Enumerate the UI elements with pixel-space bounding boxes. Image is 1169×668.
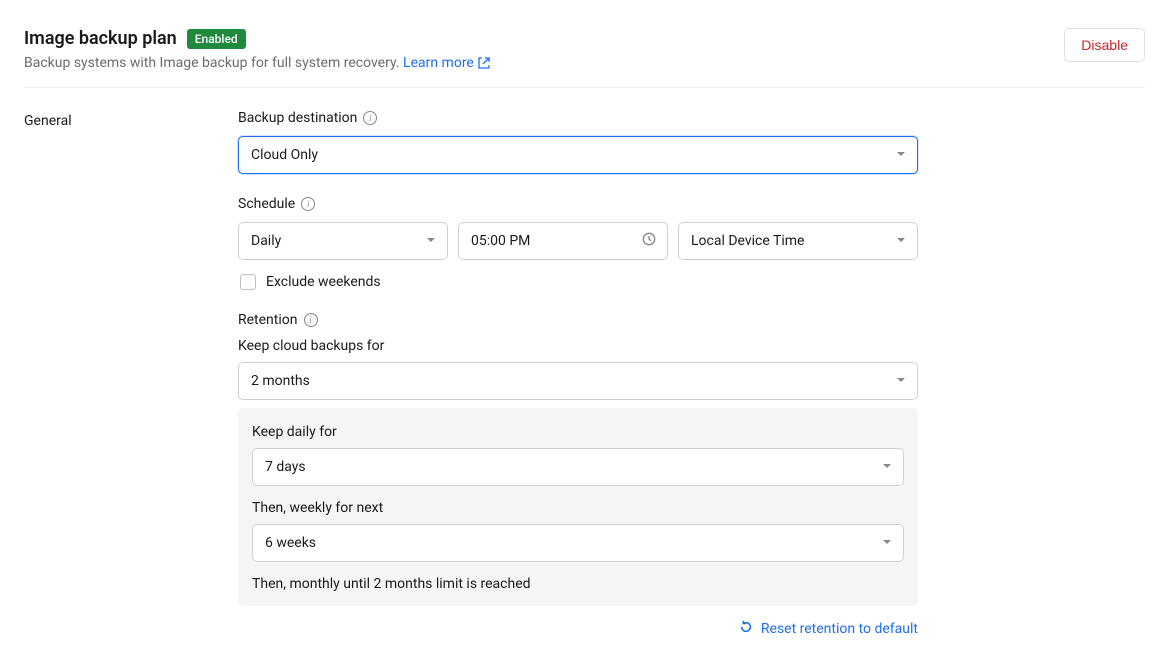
weekly-select-wrapper: 6 weeks (252, 524, 904, 562)
timezone-value: Local Device Time (691, 233, 804, 249)
page-title: Image backup plan (24, 28, 177, 49)
schedule-label: Schedule (238, 196, 295, 212)
keep-cloud-label: Keep cloud backups for (238, 338, 918, 354)
reset-row: Reset retention to default (238, 620, 918, 638)
retention-secondary-panel: Keep daily for 7 days Then, weekly for n… (238, 408, 918, 606)
reset-retention-link[interactable]: Reset retention to default (739, 620, 918, 638)
page-subtitle: Backup systems with Image backup for ful… (24, 55, 1064, 71)
retention-label-row: Retention i (238, 312, 918, 328)
destination-select-wrapper: Cloud Only (238, 136, 918, 174)
section-label-column: General (24, 110, 238, 638)
weekly-label: Then, weekly for next (252, 500, 904, 516)
destination-label: Backup destination (238, 110, 357, 126)
keep-daily-value: 7 days (265, 459, 306, 475)
reset-icon (739, 620, 753, 638)
destination-select[interactable]: Cloud Only (238, 136, 918, 174)
info-icon[interactable]: i (363, 111, 377, 125)
exclude-weekends-checkbox[interactable] (240, 274, 256, 290)
schedule-row: Daily 05:00 PM Local Device Time (238, 222, 918, 260)
monthly-note: Then, monthly until 2 months limit is re… (252, 576, 904, 592)
keep-cloud-select-wrapper: 2 months (238, 362, 918, 400)
status-badge-enabled: Enabled (187, 29, 246, 49)
frequency-select-wrapper: Daily (238, 222, 448, 260)
clock-icon (642, 232, 656, 250)
keep-daily-label: Keep daily for (252, 424, 904, 440)
retention-label: Retention (238, 312, 298, 328)
exclude-weekends-row: Exclude weekends (238, 274, 918, 290)
time-input[interactable]: 05:00 PM (458, 222, 668, 260)
disable-button[interactable]: Disable (1064, 28, 1145, 62)
keep-cloud-value: 2 months (251, 373, 310, 389)
reset-label: Reset retention to default (761, 621, 918, 637)
timezone-select[interactable]: Local Device Time (678, 222, 918, 260)
form-grid: General Backup destination i Cloud Only … (24, 110, 1145, 638)
field-group-retention: Retention i Keep cloud backups for 2 mon… (238, 312, 918, 638)
keep-daily-select-wrapper: 7 days (252, 448, 904, 486)
keep-daily-select[interactable]: 7 days (252, 448, 904, 486)
frequency-value: Daily (251, 233, 281, 249)
frequency-select[interactable]: Daily (238, 222, 448, 260)
weekly-value: 6 weeks (265, 535, 316, 551)
exclude-weekends-label: Exclude weekends (266, 274, 381, 290)
header-left: Image backup plan Enabled Backup systems… (24, 28, 1064, 71)
section-label-general: General (24, 110, 238, 129)
timezone-select-wrapper: Local Device Time (678, 222, 918, 260)
title-row: Image backup plan Enabled (24, 28, 1064, 49)
fields-column: Backup destination i Cloud Only Schedule… (238, 110, 918, 638)
time-value: 05:00 PM (471, 233, 530, 249)
info-icon[interactable]: i (304, 313, 318, 327)
destination-label-row: Backup destination i (238, 110, 918, 126)
page-header: Image backup plan Enabled Backup systems… (24, 28, 1145, 71)
external-link-icon (478, 57, 490, 69)
divider (24, 87, 1145, 88)
keep-cloud-select[interactable]: 2 months (238, 362, 918, 400)
time-input-wrapper: 05:00 PM (458, 222, 668, 260)
field-group-destination: Backup destination i Cloud Only (238, 110, 918, 174)
weekly-select[interactable]: 6 weeks (252, 524, 904, 562)
subtitle-text: Backup systems with Image backup for ful… (24, 55, 403, 71)
field-group-schedule: Schedule i Daily 05:00 PM (238, 196, 918, 290)
info-icon[interactable]: i (301, 197, 315, 211)
destination-value: Cloud Only (251, 147, 318, 163)
schedule-label-row: Schedule i (238, 196, 918, 212)
learn-more-link[interactable]: Learn more (403, 55, 490, 71)
learn-more-text: Learn more (403, 55, 474, 71)
